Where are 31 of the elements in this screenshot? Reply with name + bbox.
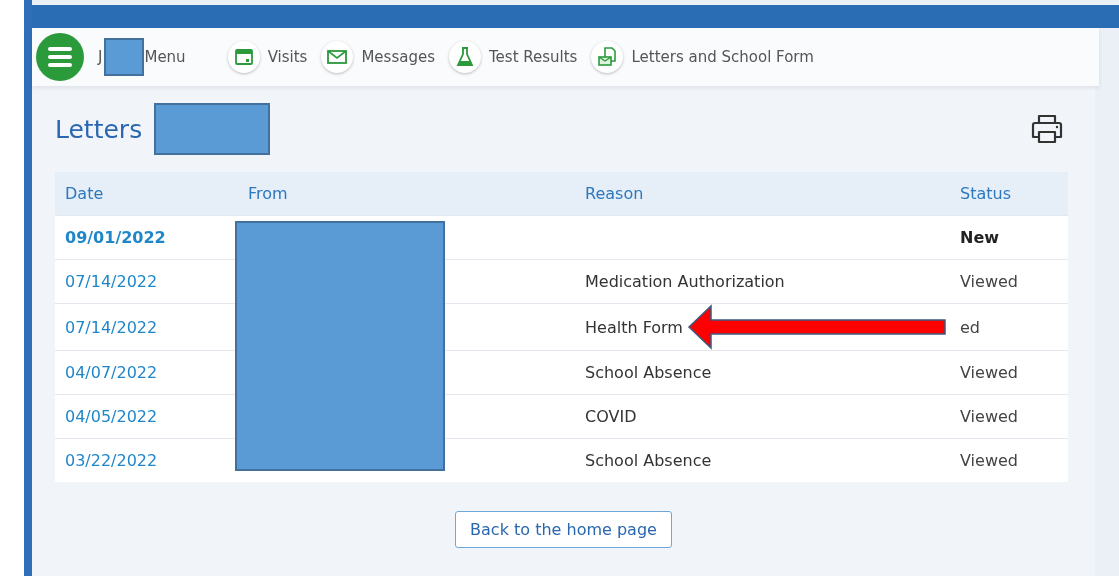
- column-header: Date: [65, 184, 104, 203]
- table-cell: School Absence: [585, 363, 712, 382]
- table-cell: School Absence: [585, 451, 712, 470]
- table-cell: New: [960, 228, 1000, 247]
- print-icon[interactable]: [1029, 113, 1065, 145]
- user-initial: J: [98, 48, 103, 66]
- menu-button[interactable]: [36, 33, 84, 81]
- table-cell: Health Form: [585, 317, 683, 337]
- page-title: Letters: [55, 114, 143, 144]
- column-header: Status: [960, 184, 1011, 203]
- flask-icon: [454, 46, 475, 68]
- table-cell: Viewed: [960, 363, 1018, 382]
- table-cell: ed: [960, 317, 980, 337]
- table-cell: COVID: [585, 407, 637, 426]
- nav-link[interactable]: Test Results: [448, 41, 578, 73]
- document-envelope-icon: [596, 46, 619, 68]
- column-header: From: [248, 184, 288, 203]
- nav-link[interactable]: Letters and School Form: [591, 41, 814, 73]
- calendar-icon: [233, 47, 254, 67]
- back-button[interactable]: Back to the home page: [455, 510, 672, 548]
- menu-icon: [47, 46, 73, 68]
- table-cell: Viewed: [960, 272, 1018, 291]
- redaction-block: [104, 38, 145, 76]
- menu-label[interactable]: Menu: [144, 48, 186, 66]
- table-cell: Viewed: [960, 451, 1018, 470]
- envelope-icon: [326, 48, 349, 66]
- table-cell: Viewed: [960, 407, 1018, 426]
- nav-link[interactable]: Visits: [227, 41, 308, 73]
- table-cell: Medication Authorization: [585, 272, 785, 291]
- nav-link[interactable]: Messages: [321, 41, 435, 73]
- column-header: Reason: [585, 184, 644, 203]
